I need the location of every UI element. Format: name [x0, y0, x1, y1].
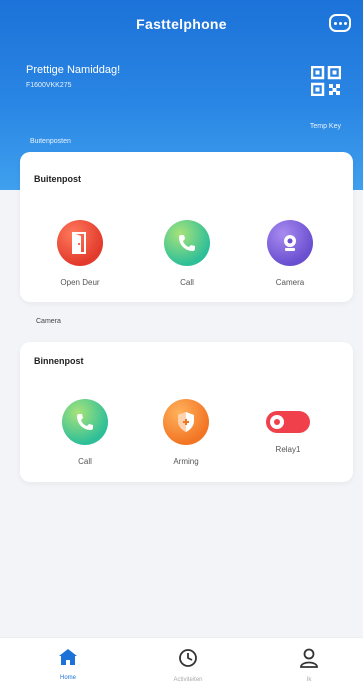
- open-door-button[interactable]: Open Deur: [40, 220, 120, 287]
- outdoor-call-button[interactable]: Call: [147, 220, 227, 287]
- tab-home[interactable]: Home: [38, 648, 98, 681]
- section-label-outdoor: Buitenposten: [30, 138, 71, 145]
- indoor-panel: Binnenpost Call Arming Relay1: [20, 342, 353, 482]
- qr-code-icon[interactable]: [310, 65, 342, 97]
- device-id: F1600VKK275: [26, 82, 72, 89]
- camera-icon: [267, 220, 313, 266]
- outdoor-call-label: Call: [180, 278, 194, 287]
- tab-activities-label: Activiteiten: [173, 677, 203, 683]
- tab-bar: Home Activiteiten Ik: [0, 637, 363, 691]
- indoor-call-button[interactable]: Call: [45, 399, 125, 466]
- greeting: Prettige Namiddag!: [26, 64, 121, 76]
- arming-button[interactable]: Arming: [146, 399, 226, 466]
- indoor-call-label: Call: [78, 457, 92, 466]
- camera-label: Camera: [275, 278, 305, 287]
- user-icon: [300, 648, 318, 668]
- tab-profile[interactable]: Ik: [279, 648, 339, 683]
- home-icon: [59, 649, 77, 665]
- outdoor-panel: Buitenpost Open Deur Call Camera: [20, 152, 353, 302]
- door-icon: [57, 220, 103, 266]
- phone-icon: [164, 220, 210, 266]
- outdoor-panel-title: Buitenpost: [34, 174, 81, 184]
- temp-key-label[interactable]: Temp Key: [310, 123, 341, 130]
- tab-activities[interactable]: Activiteiten: [158, 648, 218, 683]
- open-door-label: Open Deur: [60, 278, 100, 287]
- tab-profile-label: Ik: [306, 677, 312, 683]
- camera-section-label: Camera: [36, 318, 61, 325]
- tab-home-label: Home: [59, 675, 76, 681]
- toggle-icon[interactable]: [266, 411, 310, 433]
- camera-button[interactable]: Camera: [250, 220, 330, 287]
- arming-label: Arming: [173, 457, 199, 466]
- clock-icon: [179, 649, 197, 667]
- app-title: Fasttelphone: [136, 16, 227, 32]
- chat-bubble-icon[interactable]: [329, 14, 351, 32]
- shield-icon: [163, 399, 209, 445]
- relay1-toggle[interactable]: Relay1: [248, 399, 328, 454]
- indoor-panel-title: Binnenpost: [34, 356, 84, 366]
- phone-icon: [62, 399, 108, 445]
- relay1-label: Relay1: [275, 445, 301, 454]
